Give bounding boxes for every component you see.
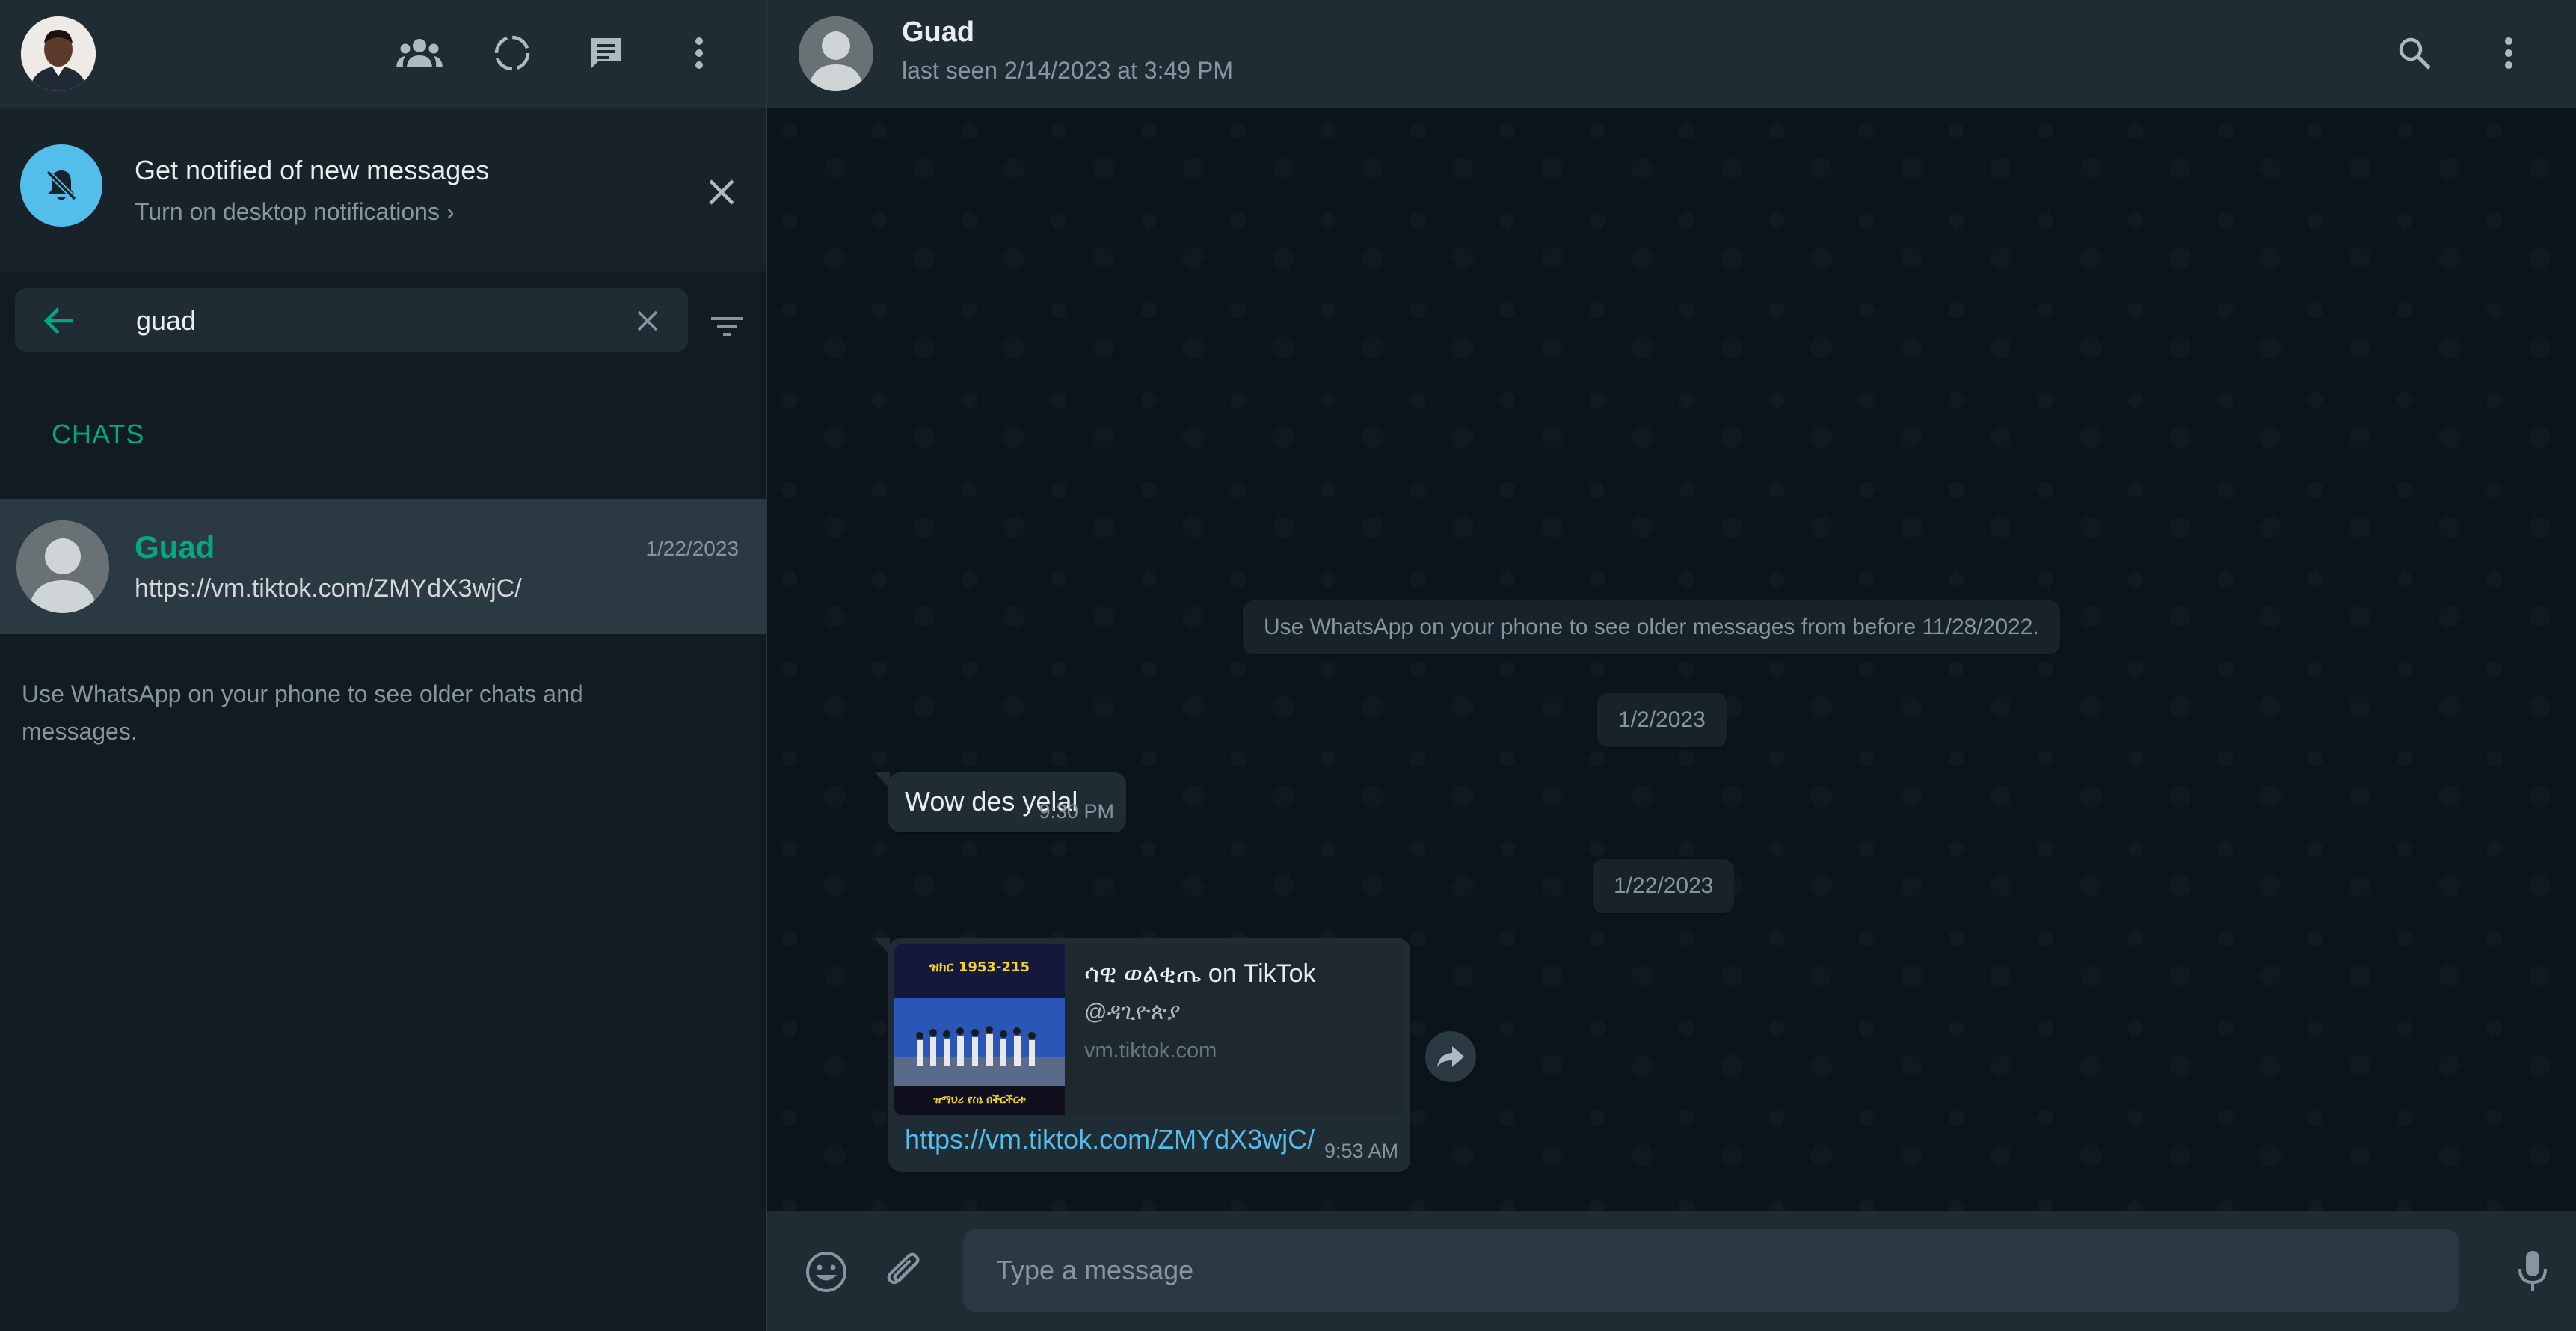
notification-title: Get notified of new messages <box>135 155 490 185</box>
link-preview-domain: vm.tiktok.com <box>1084 1039 1217 1063</box>
status-icon[interactable] <box>488 28 537 78</box>
contact-avatar[interactable] <box>799 16 873 91</box>
date-separator: 1/2/2023 <box>1597 693 1727 747</box>
chat-list-panel: Get notified of new messages Turn on des… <box>0 0 767 1331</box>
conversation-panel: Guad last seen 2/14/2023 at 3:49 PM Use … <box>767 0 2576 1331</box>
chat-name: Guad <box>135 529 215 565</box>
contact-last-seen: last seen 2/14/2023 at 3:49 PM <box>902 57 1233 84</box>
thumbnail-caption-top: ዝክር 1953-215 <box>929 959 1030 975</box>
composer <box>767 1211 2576 1331</box>
emoji-icon[interactable] <box>800 1246 852 1298</box>
back-arrow-icon[interactable] <box>37 300 79 342</box>
chats-section-label: CHATS <box>52 419 145 449</box>
forward-icon[interactable] <box>1425 1031 1476 1082</box>
date-separator: 1/22/2023 <box>1593 859 1735 913</box>
notification-link[interactable]: Turn on desktop notifications › <box>135 198 454 226</box>
notification-banner: Get notified of new messages Turn on des… <box>0 108 766 271</box>
communities-icon[interactable] <box>395 28 444 78</box>
new-chat-icon[interactable] <box>582 28 631 78</box>
chat-date: 1/22/2023 <box>645 537 739 560</box>
chat-list-item[interactable]: Guad 1/22/2023 https://vm.tiktok.com/ZMY… <box>0 499 766 634</box>
chat-preview: https://vm.tiktok.com/ZMYdX3wjC/ <box>135 574 522 603</box>
bell-off-icon <box>20 144 102 227</box>
conversation-header[interactable]: Guad last seen 2/14/2023 at 3:49 PM <box>767 0 2576 108</box>
link-preview-title: ሳዊ ወልቂጤ on TikTok <box>1084 959 1316 988</box>
close-icon[interactable] <box>699 170 744 215</box>
message-time: 9:30 PM <box>1039 800 1114 823</box>
message-list[interactable]: Use WhatsApp on your phone to see older … <box>767 108 2576 1211</box>
older-chats-note: Use WhatsApp on your phone to see older … <box>22 680 583 745</box>
search-box <box>15 288 688 352</box>
search-icon[interactable] <box>2390 28 2439 78</box>
thumbnail-caption-bottom: ዝማህሪ የስኔ በችርችርቱ <box>933 1094 1026 1106</box>
link-preview-card[interactable]: ዝክር 1953-215 ዝማህሪ የስኔ በችርችርቱ ሳዊ ወልቂጤ on … <box>894 944 1404 1115</box>
search-input[interactable] <box>135 297 616 345</box>
filter-icon[interactable] <box>703 303 751 351</box>
link-thumbnail: ዝክር 1953-215 ዝማህሪ የስኔ በችርችርቱ <box>894 944 1065 1115</box>
incoming-message[interactable]: Wow des yelal 9:30 PM <box>875 772 1126 832</box>
link-preview-handle: @ዳጊዮጵያ <box>1084 1000 1181 1024</box>
attach-icon[interactable] <box>878 1246 930 1298</box>
older-messages-notice: Use WhatsApp on your phone to see older … <box>1243 600 2060 654</box>
search-row <box>0 271 766 369</box>
message-input[interactable] <box>963 1229 2459 1312</box>
incoming-link-message[interactable]: ዝክር 1953-215 ዝማህሪ የስኔ በችርችርቱ ሳዊ ወልቂጤ on … <box>875 938 1410 1172</box>
microphone-icon[interactable] <box>2506 1246 2559 1298</box>
profile-avatar[interactable] <box>21 16 96 91</box>
message-link[interactable]: https://vm.tiktok.com/ZMYdX3wjC/ <box>905 1124 1315 1155</box>
default-avatar-icon <box>16 520 109 613</box>
clear-search-icon[interactable] <box>628 301 667 340</box>
menu-icon[interactable] <box>674 28 724 78</box>
menu-icon[interactable] <box>2484 28 2533 78</box>
message-time: 9:53 AM <box>1324 1140 1398 1162</box>
left-header <box>0 0 766 108</box>
contact-name: Guad <box>902 16 975 48</box>
